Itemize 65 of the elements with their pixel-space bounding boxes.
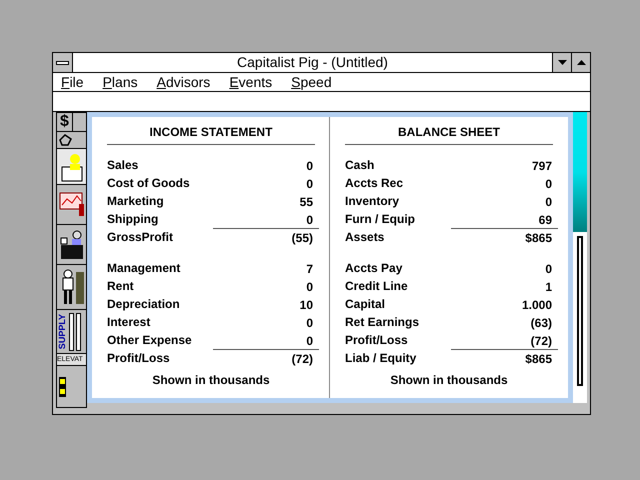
- row-value: 0: [545, 176, 552, 192]
- menu-item[interactable]: Speed: [291, 73, 332, 91]
- supply-label[interactable]: SUPPLY: [58, 314, 67, 350]
- row-value: 55: [300, 194, 313, 210]
- row-label: Accts Rec: [345, 175, 404, 192]
- row-value: 1: [545, 278, 552, 296]
- row-label: GrossProfit: [107, 229, 174, 246]
- row-value: 7: [306, 260, 313, 278]
- footer-note: Shown in thousands: [389, 372, 509, 389]
- row-value: $865: [525, 350, 552, 368]
- scroll-bar[interactable]: [573, 232, 587, 403]
- row-label: Sales: [107, 157, 140, 174]
- menu-item[interactable]: Events: [229, 73, 272, 91]
- row-label: Rent: [107, 278, 135, 295]
- row-value: 0: [306, 314, 313, 332]
- row-value: $865: [525, 230, 552, 246]
- statement-title: INCOME STATEMENT: [107, 123, 315, 145]
- row-value: (72): [292, 350, 313, 368]
- row-label: Inventory: [345, 193, 400, 210]
- desk-icon[interactable]: [58, 228, 84, 260]
- row-label: Management: [107, 260, 182, 277]
- system-menu-button[interactable]: [53, 53, 73, 72]
- row-value: 0: [306, 158, 313, 174]
- row-label: Profit/Loss: [345, 332, 409, 349]
- row-value: 0: [306, 278, 313, 296]
- row-label: Cost of Goods: [107, 175, 191, 192]
- row-label: Credit Line: [345, 278, 409, 295]
- row-label: Interest: [107, 314, 152, 331]
- row-label: Profit/Loss: [107, 350, 171, 367]
- up-triangle-icon: [576, 60, 586, 65]
- row-label: Capital: [345, 296, 386, 313]
- down-triangle-icon: [558, 60, 566, 65]
- row-value: 0: [306, 332, 313, 350]
- row-value: 797: [532, 158, 552, 174]
- row-value: (63): [530, 314, 552, 332]
- row-value: (72): [530, 332, 552, 350]
- row-label: Liab / Equity: [345, 350, 418, 367]
- row-label: Depreciation: [107, 296, 181, 313]
- row-value: 1.000: [522, 296, 552, 314]
- elevator-icon[interactable]: [59, 376, 66, 396]
- statement-title: BALANCE SHEET: [345, 123, 553, 145]
- menu-item[interactable]: Advisors: [156, 73, 210, 91]
- row-value: 0: [545, 260, 552, 278]
- row-label: Other Expense: [107, 332, 193, 349]
- row-label: Assets: [345, 229, 386, 246]
- row-value: 0: [306, 176, 313, 192]
- row-label: Furn / Equip: [345, 211, 416, 228]
- row-label: Accts Pay: [345, 260, 404, 277]
- dollar-tool[interactable]: $: [57, 113, 73, 131]
- row-value: 0: [306, 212, 313, 228]
- row-value: 69: [538, 212, 552, 228]
- row-value: (55): [292, 230, 313, 246]
- minimize-button[interactable]: [552, 53, 571, 72]
- footer-note: Shown in thousands: [151, 372, 271, 389]
- row-label: Cash: [345, 157, 376, 174]
- maximize-button[interactable]: [571, 53, 590, 72]
- row-value: 10: [300, 296, 313, 314]
- row-label: Marketing: [107, 193, 165, 210]
- menu-item[interactable]: Plans: [102, 73, 138, 91]
- row-label: Shipping: [107, 211, 160, 228]
- dash-icon: [56, 60, 69, 64]
- menu-item[interactable]: File: [61, 73, 84, 91]
- row-value: 0: [545, 194, 552, 210]
- row-label: Ret Earnings: [345, 314, 420, 331]
- window-title: Capitalist Pig - (Untitled): [236, 53, 389, 72]
